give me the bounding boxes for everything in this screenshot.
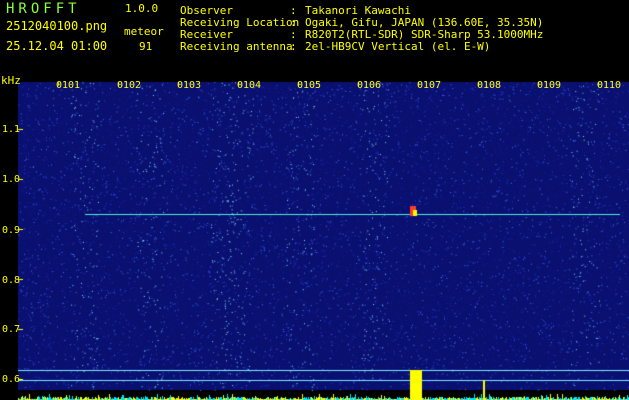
time-tick-label: 0104 bbox=[237, 80, 262, 91]
y-tick-label: 0.8 bbox=[2, 275, 21, 286]
info-key-observer: Observer bbox=[180, 4, 233, 17]
spectrogram-plot[interactable] bbox=[0, 78, 629, 400]
info-colon: : bbox=[290, 40, 297, 53]
info-value-location: Ogaki, Gifu, JAPAN (136.60E, 35.35N) bbox=[305, 16, 544, 29]
time-tick-label: 0102 bbox=[117, 80, 142, 91]
info-value-antenna: 2el-HB9CV Vertical (el. E-W) bbox=[305, 40, 491, 53]
y-tick-label: 0.9 bbox=[2, 225, 21, 236]
time-tick-label: 0101 bbox=[56, 80, 81, 91]
y-tick-label: 1.1 bbox=[2, 124, 21, 135]
time-tick-label: 0109 bbox=[537, 80, 562, 91]
time-tick-label: 0108 bbox=[477, 80, 502, 91]
info-colon: : bbox=[290, 16, 297, 29]
info-colon: : bbox=[290, 28, 297, 41]
time-tick-label: 0110 bbox=[597, 80, 622, 91]
record-datetime: 25.12.04 01:00 bbox=[6, 39, 108, 53]
info-key-receiver: Receiver bbox=[180, 28, 233, 41]
time-tick-label: 0106 bbox=[357, 80, 382, 91]
info-colon: : bbox=[290, 4, 297, 17]
file-name: 2512040100.png bbox=[6, 19, 108, 33]
time-tick-label: 0107 bbox=[417, 80, 442, 91]
info-key-location: Receiving Location bbox=[180, 16, 300, 29]
time-tick-label: 0103 bbox=[177, 80, 202, 91]
y-tick-label: 1.0 bbox=[2, 174, 21, 185]
info-key-antenna: Receiving antenna bbox=[180, 40, 293, 53]
info-value-observer: Takanori Kawachi bbox=[305, 4, 411, 17]
frequency-unit-label: kHz bbox=[1, 74, 21, 87]
app-name: HROFFT bbox=[6, 1, 81, 17]
info-value-receiver: R820T2(RTL-SDR) SDR-Sharp 53.1000MHz bbox=[305, 28, 544, 41]
app-version: 1.0.0 bbox=[125, 2, 159, 15]
y-tick-label: 0.6 bbox=[2, 374, 21, 385]
meteor-count: 91 bbox=[139, 40, 153, 53]
y-tick-label: 0.7 bbox=[2, 324, 21, 335]
time-tick-label: 0105 bbox=[297, 80, 322, 91]
meteor-label: meteor bbox=[124, 25, 164, 38]
spectrogram-canvas[interactable] bbox=[0, 78, 629, 400]
header-panel: HROFFT 1.0.0 2512040100.png 25.12.04 01:… bbox=[0, 0, 629, 78]
